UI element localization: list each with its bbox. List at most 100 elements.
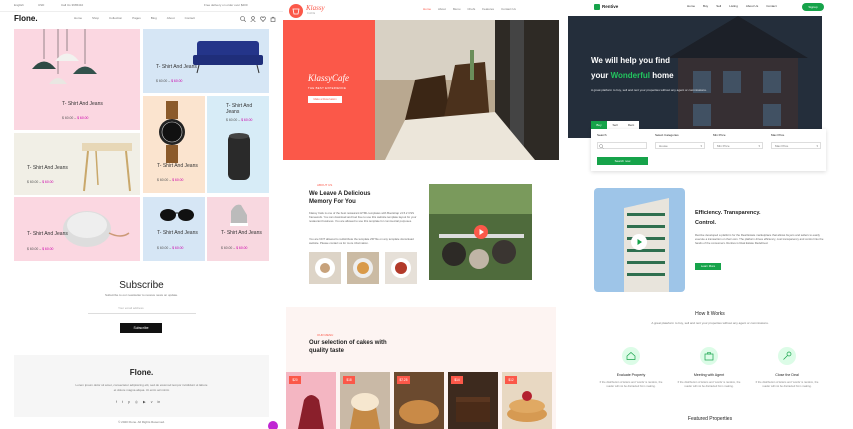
feature-text: Rentive developed a platform for the Rea… — [695, 233, 824, 246]
play-video-button[interactable] — [474, 225, 488, 239]
klassy-site: Klassy CAFE Home About Menu Chefs Featur… — [283, 0, 559, 429]
copyright-text: © 2020 Flone. All Rights Reserved. — [118, 420, 165, 424]
facebook-icon[interactable]: f — [116, 400, 117, 404]
language-select[interactable]: English — [14, 3, 24, 8]
cart-icon[interactable] — [270, 16, 276, 22]
max-price-select[interactable]: Max Price ▾ — [771, 142, 821, 149]
hero-title-line2: your Wonderful home — [591, 71, 674, 80]
product-tile[interactable]: T- Shirt And Jeans $ 60.00 – $ 60.00 — [207, 197, 269, 261]
flone-nav: Home Shop Collection Pages Blog About Co… — [74, 16, 195, 21]
hero-text: A great platform to buy, sell and rent y… — [591, 88, 707, 92]
briefcase-icon — [700, 347, 718, 365]
subscribe-email-input[interactable]: Your email address — [88, 305, 196, 314]
about-tag: ABOUT US — [317, 183, 333, 187]
tab-buy[interactable]: Buy — [591, 121, 607, 129]
product-tile[interactable]: T- Shirt And Jeans $ 60.00 – $ 60.00 — [207, 96, 269, 193]
nav-contact[interactable]: Contact — [185, 16, 195, 21]
hero-subtitle: THE BEST EXPERIENCE — [308, 86, 347, 90]
nav-home[interactable]: Home — [423, 7, 431, 12]
product-price: $ 60.00 – $ 60.00 — [157, 246, 184, 250]
dish-thumb[interactable] — [385, 252, 417, 284]
categories-select[interactable]: House ▾ — [655, 142, 705, 149]
search-icon[interactable] — [240, 16, 246, 22]
signup-button[interactable]: Signup — [802, 3, 824, 11]
nav-about[interactable]: About Us — [746, 4, 758, 9]
hero-title-line1: We will help you find — [591, 56, 670, 65]
search-icon — [599, 144, 604, 149]
nav-home[interactable]: Home — [74, 16, 82, 21]
product-title[interactable]: T- Shirt And Jeans — [27, 231, 77, 238]
product-tile[interactable]: T- Shirt And Jeans $ 60.00 – $ 60.00 — [14, 29, 140, 130]
heart-icon[interactable] — [260, 16, 266, 22]
klassy-logo-icon[interactable] — [289, 4, 303, 18]
dish-thumb[interactable] — [347, 252, 379, 284]
search-input[interactable] — [597, 142, 647, 149]
product-tile[interactable]: T- Shirt And Jeans $ 60.00 – $ 60.00 — [14, 197, 140, 261]
home-icon — [622, 347, 640, 365]
product-tile[interactable]: T- Shirt And Jeans $ 60.00 – $ 60.00 — [143, 96, 205, 193]
search-tabs: Buy Sell Rent — [591, 121, 639, 129]
rentive-logo-icon[interactable] — [594, 4, 600, 10]
bluetooth-speaker-image — [63, 211, 130, 247]
nav-listing[interactable]: Listing — [729, 4, 738, 9]
vimeo-icon[interactable]: v — [151, 400, 153, 404]
product-tile[interactable]: T- Shirt And Jeans $ 60.00 – $ 60.00 — [143, 197, 205, 261]
pendant-lamps-image — [32, 29, 97, 84]
product-title[interactable]: T- Shirt And Jeans — [157, 230, 201, 237]
nav-contact[interactable]: Contact Us — [501, 7, 516, 12]
step-text: If the distribution of letters and 'word… — [599, 381, 663, 389]
nav-features[interactable]: Features — [482, 7, 494, 12]
youtube-icon[interactable]: ▶ — [143, 400, 146, 404]
product-title[interactable]: T- Shirt And Jeans — [221, 230, 265, 237]
product-title[interactable]: T- Shirt And Jeans — [62, 101, 122, 108]
play-icon — [479, 229, 484, 235]
product-tile[interactable]: T- Shirt And Jeans $ 60.00 – $ 60.00 — [14, 133, 140, 195]
categories-label: Select Categories — [655, 133, 679, 137]
min-price-select[interactable]: Min Price ▾ — [713, 142, 763, 149]
speaker-image — [228, 133, 250, 180]
nav-chefs[interactable]: Chefs — [467, 7, 475, 12]
product-title[interactable]: T- Shirt And Jeans — [156, 64, 216, 71]
instagram-icon[interactable]: ◎ — [135, 400, 138, 404]
footer-social-icons: f t p ◎ ▶ v in — [116, 400, 160, 404]
user-icon[interactable] — [250, 16, 256, 22]
klassy-hero-panel: KlassyCafe THE BEST EXPERIENCE Make a Re… — [283, 20, 375, 160]
product-title[interactable]: T- Shirt And Jeans — [157, 163, 201, 170]
footer-logo[interactable]: Flone. — [14, 368, 269, 377]
linkedin-icon[interactable]: in — [157, 400, 160, 404]
nav-pages[interactable]: Pages — [132, 16, 141, 21]
nav-menu[interactable]: Menu — [453, 7, 461, 12]
currency-select[interactable]: USD — [38, 3, 44, 8]
nav-sell[interactable]: Sell — [716, 4, 721, 9]
nav-about[interactable]: About — [438, 7, 446, 12]
play-video-button[interactable] — [631, 234, 647, 250]
product-tile[interactable]: T- Shirt And Jeans $ 60.00 – $ 60.00 — [143, 29, 269, 93]
twitter-icon[interactable]: t — [122, 400, 123, 404]
rentive-logo[interactable]: Rentive — [602, 4, 618, 9]
nav-collection[interactable]: Collection — [109, 16, 122, 21]
reservation-button[interactable]: Make a Reservation — [308, 96, 342, 103]
rentive-site: Rentive Home Buy Sell Listing About Us C… — [567, 0, 853, 429]
nav-blog[interactable]: Blog — [151, 16, 157, 21]
product-title[interactable]: T- Shirt And Jeans — [27, 165, 77, 172]
side-table-image — [82, 143, 132, 192]
nav-buy[interactable]: Buy — [703, 4, 708, 9]
learn-more-button[interactable]: Learn More — [695, 263, 721, 270]
featured-title: Featured Properties — [687, 416, 733, 422]
tab-rent[interactable]: Rent — [623, 121, 639, 129]
dish-thumb[interactable] — [309, 252, 341, 284]
search-now-button[interactable]: Search now — [597, 157, 648, 165]
product-title[interactable]: T- Shirt And Jeans — [226, 103, 266, 116]
nav-contact[interactable]: Contact — [766, 4, 776, 9]
scroll-top-button[interactable] — [268, 421, 278, 429]
price-badge: $12 — [505, 376, 517, 384]
nav-shop[interactable]: Shop — [92, 16, 99, 21]
nav-home[interactable]: Home — [687, 4, 695, 9]
pinterest-icon[interactable]: p — [128, 400, 130, 404]
wristwatch-image — [159, 101, 185, 163]
tab-sell[interactable]: Sell — [607, 121, 623, 129]
klassy-logo[interactable]: Klassy — [306, 4, 325, 12]
nav-about[interactable]: About — [167, 16, 175, 21]
subscribe-button[interactable]: Subscribe — [120, 323, 162, 333]
flone-logo[interactable]: Flone. — [14, 14, 38, 23]
